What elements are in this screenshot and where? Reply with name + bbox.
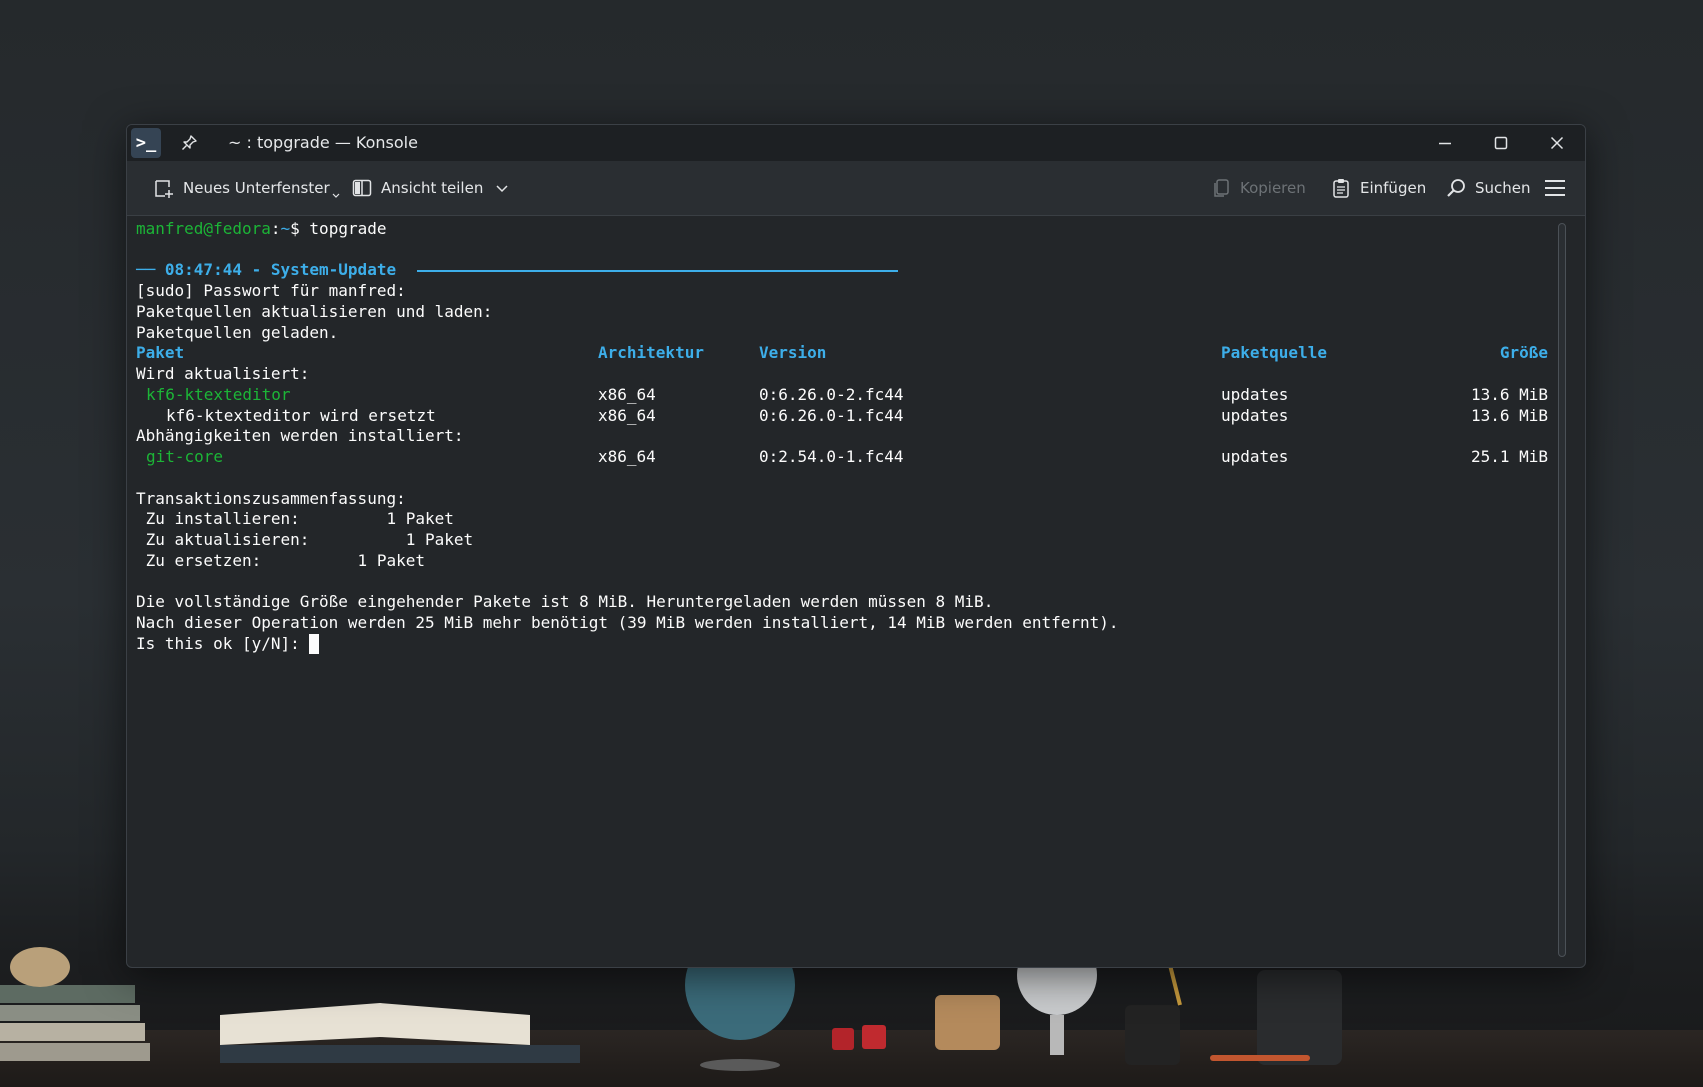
package-repo: updates xyxy=(1221,385,1289,404)
package-size: 13.6 MiB xyxy=(1470,406,1548,425)
prompt-path: ~ xyxy=(280,219,291,238)
package-size: 25.1 MiB xyxy=(1470,447,1548,466)
title-bar[interactable]: >_ ~ : topgrade — Konsole xyxy=(127,125,1585,161)
search-button[interactable]: Suchen xyxy=(1445,172,1531,204)
scrollbar[interactable] xyxy=(1555,221,1569,961)
summary-title: Transaktionszusammenfassung: xyxy=(136,489,406,508)
package-arch: x86_64 xyxy=(598,447,656,466)
split-view-label: Ansicht teilen xyxy=(381,179,484,197)
paste-label: Einfügen xyxy=(1360,179,1427,197)
terminal-app-icon[interactable]: >_ xyxy=(131,128,161,158)
package-size: 13.6 MiB xyxy=(1470,385,1548,404)
confirm-line: Is this ok [y/N]: xyxy=(136,634,320,654)
new-tab-icon xyxy=(155,180,173,198)
package-arch: x86_64 xyxy=(598,406,656,425)
package-version: 0:6.26.0-1.fc44 xyxy=(759,406,904,425)
col-header-version: Version xyxy=(759,343,827,362)
hamburger-menu-icon[interactable] xyxy=(1543,177,1567,199)
package-name: kf6-ktexteditor xyxy=(146,385,291,404)
paste-icon xyxy=(1333,179,1349,198)
upgrading-label: Wird aktualisiert: xyxy=(136,364,310,383)
col-header-size: Größe xyxy=(1499,343,1548,362)
copy-label: Kopieren xyxy=(1240,179,1306,197)
package-arch: x86_64 xyxy=(598,385,656,404)
terminal-output[interactable]: manfred@fedora:~$ topgrade ── 08:47:44 -… xyxy=(136,219,1548,964)
col-header-package: Paket xyxy=(136,343,185,362)
search-label: Suchen xyxy=(1475,179,1531,197)
prompt-line: manfred@fedora:~$ topgrade xyxy=(136,219,386,239)
text-cursor xyxy=(309,634,320,654)
prompt-separator: : xyxy=(270,219,281,238)
copy-icon xyxy=(1214,179,1229,197)
toolbar: Neues Unterfenster Ansicht teilen Kopier… xyxy=(127,161,1585,216)
scrollbar-track[interactable] xyxy=(1558,223,1566,957)
paste-button[interactable]: Einfügen xyxy=(1330,172,1426,204)
col-header-repo: Paketquelle xyxy=(1221,343,1327,362)
package-name: git-core xyxy=(146,447,224,466)
pin-icon[interactable] xyxy=(179,133,199,153)
konsole-window: >_ ~ : topgrade — Konsole Neues Unterfen… xyxy=(126,124,1586,968)
close-icon[interactable] xyxy=(1545,131,1569,155)
chevron-down-icon xyxy=(496,185,508,193)
section-header: ── 08:47:44 - System-Update xyxy=(136,260,406,279)
package-repo: updates xyxy=(1221,447,1289,466)
size-line: Nach dieser Operation werden 25 MiB mehr… xyxy=(136,613,1119,632)
package-version: 0:2.54.0-1.fc44 xyxy=(759,447,904,466)
copy-button[interactable]: Kopieren xyxy=(1210,172,1306,204)
new-tab-label: Neues Unterfenster xyxy=(183,179,330,197)
deps-label: Abhängigkeiten werden installiert: xyxy=(136,426,464,445)
repo-loaded-line: Paketquellen geladen. xyxy=(136,323,339,342)
sudo-line: [sudo] Passwort für manfred: xyxy=(136,281,406,300)
repo-update-line: Paketquellen aktualisieren und laden: xyxy=(136,302,493,321)
col-header-arch: Architektur xyxy=(598,343,704,362)
size-line: Die vollständige Größe eingehender Paket… xyxy=(136,592,994,611)
summary-line: Zu aktualisieren: 1 Paket xyxy=(136,530,474,549)
chevron-down-icon xyxy=(332,193,340,198)
window-title: ~ : topgrade — Konsole xyxy=(228,133,418,152)
confirm-prompt: Is this ok [y/N]: xyxy=(136,634,310,653)
package-name: kf6-ktexteditor wird ersetzt xyxy=(166,406,436,425)
split-view-icon xyxy=(352,179,372,197)
prompt-user: manfred@fedora xyxy=(136,219,271,238)
minimize-icon[interactable] xyxy=(1433,131,1457,155)
split-view-button[interactable]: Ansicht teilen xyxy=(351,172,517,204)
search-icon xyxy=(1447,179,1465,197)
command-text: topgrade xyxy=(309,219,387,238)
package-repo: updates xyxy=(1221,406,1289,425)
maximize-icon[interactable] xyxy=(1489,131,1513,155)
package-version: 0:6.26.0-2.fc44 xyxy=(759,385,904,404)
section-rule xyxy=(417,270,898,272)
new-tab-button[interactable]: Neues Unterfenster xyxy=(153,172,340,204)
summary-line: Zu installieren: 1 Paket xyxy=(136,509,454,528)
prompt-symbol: $ xyxy=(290,219,300,238)
summary-line: Zu ersetzen: 1 Paket xyxy=(136,551,425,570)
